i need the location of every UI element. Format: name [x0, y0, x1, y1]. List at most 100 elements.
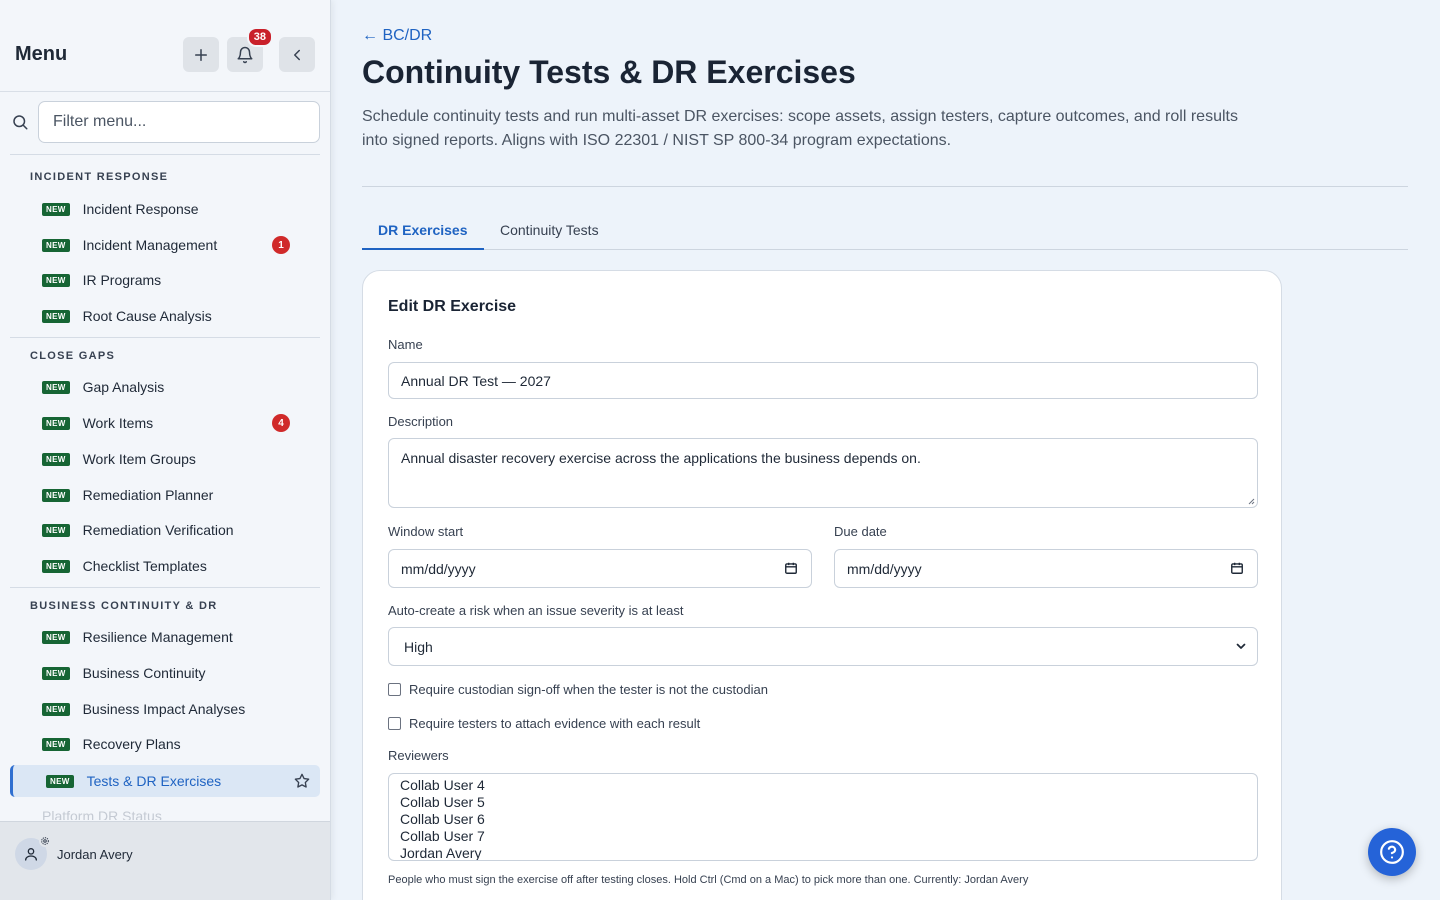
sidebar-item-label: Work Items [82, 415, 154, 431]
filter-menu-input[interactable] [38, 101, 320, 143]
due-date-label: Due date [834, 524, 887, 539]
sidebar-item-label: Incident Management [82, 237, 218, 253]
user-footer[interactable]: Jordan Avery [0, 821, 330, 900]
back-link[interactable]: ← BC/DR [362, 27, 432, 45]
calendar-icon[interactable] [1230, 561, 1244, 575]
sidebar-item-business-impact-analyses[interactable]: NEW Business Impact Analyses [10, 693, 320, 725]
new-badge: NEW [42, 238, 70, 252]
description-value: Annual disaster recovery exercise across… [401, 450, 921, 466]
notifications-button[interactable]: 38 [227, 27, 273, 72]
help-icon [1380, 840, 1404, 864]
severity-value: High [404, 638, 433, 655]
description-label: Description [388, 414, 454, 429]
search-icon [13, 115, 28, 130]
name-label: Name [388, 337, 423, 352]
calendar-icon[interactable] [784, 561, 798, 575]
due-date-input[interactable]: mm/dd/yyyy [834, 549, 1258, 588]
sidebar-item-recovery-plans[interactable]: NEW Recovery Plans [10, 728, 320, 760]
sidebar-item-label: Business Continuity [82, 665, 206, 681]
user-icon [25, 848, 37, 861]
reviewers-label: Reviewers [388, 748, 449, 763]
avatar[interactable] [15, 835, 51, 870]
evidence-checkbox[interactable] [388, 717, 401, 730]
reviewer-option[interactable]: Collab User 6 [400, 811, 1257, 828]
resize-handle-icon[interactable] [1247, 497, 1255, 505]
reviewers-multiselect[interactable]: Collab User 4 Collab User 5 Collab User … [388, 773, 1258, 861]
sidebar-item-label: Gap Analysis [82, 379, 165, 395]
plus-icon [195, 48, 207, 61]
page-description: Schedule continuity tests and run multi-… [362, 108, 1238, 149]
sidebar-item-checklist-templates[interactable]: NEW Checklist Templates [10, 550, 320, 582]
notification-count-badge: 38 [246, 27, 273, 47]
sidebar-item-business-continuity[interactable]: NEW Business Continuity [10, 657, 320, 689]
tab-dr-exercises[interactable]: DR Exercises [362, 214, 484, 250]
new-badge: NEW [42, 452, 70, 466]
edit-dr-exercise-form: Edit DR Exercise Name Annual DR Test — 2… [362, 270, 1282, 900]
chevron-down-icon [1236, 643, 1246, 649]
gear-icon [39, 835, 51, 847]
sidebar-item-gap-analysis[interactable]: NEW Gap Analysis [10, 371, 320, 403]
name-input[interactable]: Annual DR Test — 2027 [388, 362, 1258, 399]
sidebar-header: Menu 38 [0, 0, 330, 92]
tab-continuity-tests[interactable]: Continuity Tests [484, 214, 615, 250]
reviewer-option[interactable]: Collab User 7 [400, 828, 1257, 845]
custodian-signoff-label: Require custodian sign-off when the test… [409, 682, 768, 697]
severity-label: Auto-create a risk when an issue severit… [388, 603, 684, 618]
sidebar-item-tests-dr-exercises[interactable]: NEW Tests & DR Exercises [10, 765, 320, 797]
new-badge: NEW [42, 416, 70, 430]
sidebar-item-remediation-planner[interactable]: NEW Remediation Planner [10, 479, 320, 511]
sidebar-item-label: Recovery Plans [82, 736, 181, 752]
new-badge: NEW [42, 559, 70, 573]
sidebar-item-incident-management[interactable]: NEW Incident Management 1 [10, 229, 320, 261]
sidebar-item-remediation-verification[interactable]: NEW Remediation Verification [10, 514, 320, 546]
new-badge: NEW [46, 774, 74, 788]
sidebar-item-label: Tests & DR Exercises [86, 773, 222, 789]
reviewer-option[interactable]: Jordan Avery [400, 845, 1257, 860]
section-title-incident-response: INCIDENT RESPONSE [30, 171, 169, 183]
sidebar-item-label: Resilience Management [82, 629, 233, 645]
add-button[interactable] [183, 37, 219, 72]
section-title-business-continuity: BUSINESS CONTINUITY & DR [30, 600, 218, 612]
due-date-value: mm/dd/yyyy [847, 560, 922, 577]
new-badge: NEW [42, 309, 70, 323]
reviewer-option[interactable]: Collab User 4 [400, 777, 1257, 794]
sidebar-item-label: Platform DR Status [42, 808, 162, 820]
sidebar-item-label: Work Item Groups [82, 451, 196, 467]
evidence-label: Require testers to attach evidence with … [409, 716, 701, 731]
new-badge: NEW [42, 630, 70, 644]
divider [10, 587, 320, 588]
reviewer-option[interactable]: Collab User 5 [400, 794, 1257, 811]
reviewers-hint: People who must sign the exercise off af… [388, 874, 1029, 886]
collapse-sidebar-button[interactable] [279, 37, 315, 72]
new-badge: NEW [42, 702, 70, 716]
sidebar-item-incident-response[interactable]: NEW Incident Response [10, 193, 320, 225]
new-badge: NEW [42, 380, 70, 394]
divider [10, 337, 320, 338]
sidebar-item-ir-programs[interactable]: NEW IR Programs [10, 264, 320, 296]
sidebar-item-platform-dr-status[interactable]: Platform DR Status [10, 800, 320, 820]
form-title: Edit DR Exercise [388, 298, 517, 315]
sidebar-item-label: Incident Response [82, 201, 199, 217]
window-start-label: Window start [388, 524, 464, 539]
sidebar-item-label: Remediation Verification [82, 522, 234, 538]
description-textarea[interactable]: Annual disaster recovery exercise across… [388, 438, 1258, 508]
evidence-checkbox-row[interactable]: Require testers to attach evidence with … [388, 716, 700, 731]
chevron-left-icon [294, 49, 300, 60]
severity-select[interactable]: High [388, 627, 1258, 666]
new-badge: NEW [42, 273, 70, 287]
help-button[interactable] [1368, 828, 1416, 876]
sidebar-item-work-item-groups[interactable]: NEW Work Item Groups [10, 443, 320, 475]
sidebar-item-label: Remediation Planner [82, 487, 214, 503]
custodian-signoff-checkbox-row[interactable]: Require custodian sign-off when the test… [388, 682, 768, 697]
window-start-value: mm/dd/yyyy [401, 560, 476, 577]
sidebar-item-resilience-management[interactable]: NEW Resilience Management [10, 621, 320, 653]
star-icon[interactable] [294, 773, 310, 789]
tab-bar: DR Exercises Continuity Tests [362, 214, 1408, 250]
sidebar-item-work-items[interactable]: NEW Work Items 4 [10, 407, 320, 439]
custodian-signoff-checkbox[interactable] [388, 683, 401, 696]
sidebar-nav: INCIDENT RESPONSE NEW Incident Response … [0, 152, 330, 820]
sidebar-item-label: Business Impact Analyses [82, 701, 246, 717]
new-badge: NEW [42, 523, 70, 537]
window-start-input[interactable]: mm/dd/yyyy [388, 549, 812, 588]
sidebar-item-root-cause-analysis[interactable]: NEW Root Cause Analysis [10, 300, 320, 332]
